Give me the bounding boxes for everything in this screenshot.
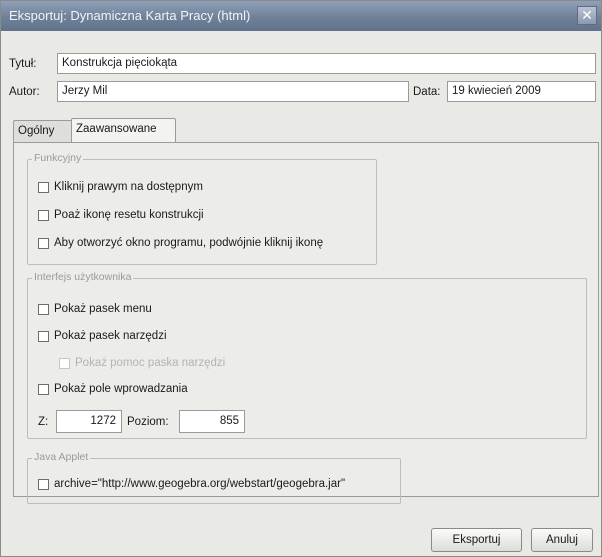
width-label: Z: [38,416,49,428]
width-input[interactable]: 1272 [56,410,122,433]
checkbox-label: archive="http://www.geogebra.org/webstar… [54,478,346,490]
export-button[interactable]: Eksportuj [431,528,522,552]
double-click-checkbox[interactable]: Aby otworzyć okno programu, podwójnie kl… [38,237,323,253]
author-field[interactable]: Jerzy Mil [57,81,409,102]
show-menubar-checkbox[interactable]: Pokaż pasek menu [38,303,152,319]
checkbox-box[interactable] [38,181,49,193]
ui-group-title: Interfejs użytkownika [32,271,134,283]
date-label: Data: [413,86,441,98]
checkbox-box[interactable] [38,303,49,315]
reset-icon-checkbox[interactable]: Poaż ikonę resetu konstrukcji [38,209,204,225]
checkbox-label: Poaż ikonę resetu konstrukcji [54,209,204,221]
checkbox-label: Aby otworzyć okno programu, podwójnie kl… [54,237,324,249]
right-click-checkbox[interactable]: Kliknij prawym na dostępnym [38,181,203,197]
height-label: Poziom: [127,416,169,428]
checkbox-box[interactable] [38,383,49,395]
checkbox-box [59,357,70,369]
title-bar[interactable]: Eksportuj: Dynamiczna Karta Pracy (html)… [1,1,601,31]
applet-group-title: Java Applet [32,451,91,463]
export-dialog: Eksportuj: Dynamiczna Karta Pracy (html)… [0,0,602,557]
toolbar-help-checkbox: Pokaż pomoc paska narzędzi [59,357,225,373]
show-toolbar-checkbox[interactable]: Pokaż pasek narzędzi [38,330,167,346]
date-field[interactable]: 19 kwiecień 2009 [447,81,596,102]
checkbox-box[interactable] [38,237,49,249]
archive-checkbox[interactable]: archive="http://www.geogebra.org/webstar… [38,478,345,494]
title-field[interactable]: Konstrukcja pięciokąta [57,53,596,74]
checkbox-label: Kliknij prawym na dostępnym [54,181,203,193]
checkbox-box[interactable] [38,209,49,221]
checkbox-label: Pokaż pasek narzędzi [54,330,167,342]
checkbox-label: Pokaż pasek menu [54,303,152,315]
checkbox-label: Pokaż pole wprowadzania [54,383,188,395]
checkbox-box[interactable] [38,330,49,342]
tab-advanced[interactable]: Zaawansowane [71,118,176,142]
tab-general[interactable]: Ogólny [13,120,73,142]
functions-group-title: Funkcyjny [32,152,84,164]
cancel-button[interactable]: Anuluj [531,528,593,552]
show-input-bar-checkbox[interactable]: Pokaż pole wprowadzania [38,383,188,399]
author-label: Autor: [9,86,40,98]
window-title: Eksportuj: Dynamiczna Karta Pracy (html) [9,8,251,23]
checkbox-label: Pokaż pomoc paska narzędzi [75,357,226,369]
title-label: Tytuł: [9,58,37,70]
close-icon[interactable]: ✕ [577,6,597,25]
height-input[interactable]: 855 [179,410,245,433]
checkbox-box[interactable] [38,478,49,490]
